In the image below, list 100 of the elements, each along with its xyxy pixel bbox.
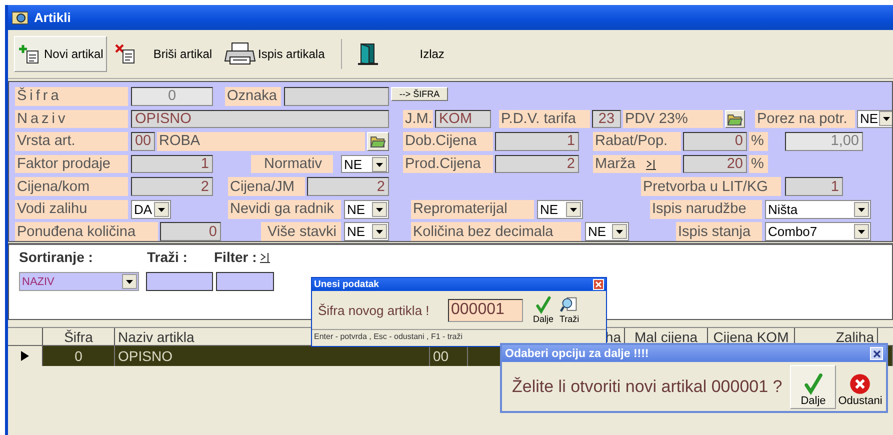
dropdown[interactable]: NE	[344, 222, 389, 241]
delete-document-icon	[115, 44, 138, 64]
toolbar-button[interactable]: Briši artikal	[111, 36, 216, 72]
dropdown[interactable]: NE	[857, 110, 892, 128]
printer-icon	[224, 42, 256, 66]
prompt-text: Šifra novog artikla !	[318, 302, 430, 318]
browse-button[interactable]	[367, 132, 389, 151]
sort-dropdown[interactable]: NAZIV	[19, 272, 139, 291]
search-field[interactable]	[146, 272, 213, 291]
dropdown[interactable]: NE	[537, 200, 583, 218]
toolbar-button[interactable]: Izlaz	[354, 36, 448, 72]
browse-button[interactable]	[725, 110, 745, 128]
field-label: Dob.Cijena	[403, 132, 493, 151]
dropdown-arrow-icon	[614, 227, 625, 236]
confirm-message: Želite li otvoriti novi artikal 000001 ?	[512, 376, 782, 396]
field-label: Naziv	[15, 110, 128, 128]
dropdown[interactable]: Combo7	[765, 222, 871, 241]
dialog-button[interactable]: Dalje	[790, 364, 836, 408]
jump-to-end-icon[interactable]	[645, 158, 658, 170]
close-button[interactable]	[593, 279, 604, 290]
text-field[interactable]: 2	[131, 177, 213, 196]
field-label: Oznaka	[225, 87, 281, 106]
dropdown-arrow-icon	[881, 114, 892, 124]
text-field[interactable]: 0	[683, 132, 747, 151]
door-icon	[358, 43, 378, 65]
text-field[interactable]: KOM	[435, 110, 491, 128]
field-label: Pretvorba u LIT/KG	[641, 177, 781, 196]
field-label: Cijena/JM	[228, 177, 305, 196]
toolbar-button[interactable]: Ispis artikala	[220, 36, 329, 72]
dropdown[interactable]: NE	[341, 154, 389, 174]
field-label: %	[749, 132, 768, 151]
code-input[interactable]: 000001	[448, 298, 523, 322]
field-label: Faktor prodaje	[15, 154, 128, 174]
field-label: Ponuđena količina	[15, 222, 158, 241]
text-field[interactable]: 2	[307, 177, 389, 196]
field-label: Ispis stanja	[676, 222, 762, 241]
table-cell: 00	[430, 346, 468, 366]
field-label: Nevidi ga radnik	[228, 200, 341, 218]
filter-field[interactable]	[216, 272, 274, 291]
text-field[interactable]: 20	[683, 154, 747, 174]
field-label: Marža	[595, 156, 636, 172]
close-button[interactable]	[870, 347, 883, 360]
field-label: Normativ	[251, 154, 333, 174]
checkmark-icon	[534, 296, 552, 314]
dialog-title: Odaberi opciju za dalje !!!!	[505, 348, 649, 360]
dropdown[interactable]: NE	[585, 222, 629, 241]
cancel-icon	[849, 372, 872, 394]
window-app-icon	[12, 10, 28, 24]
row-pointer-icon	[21, 351, 29, 361]
field-label: Količina bez decimala	[411, 222, 581, 241]
search-label: Traži :	[147, 249, 188, 265]
window-title: Artikli	[34, 10, 71, 25]
close-icon	[872, 350, 880, 358]
dropdown-arrow-icon	[124, 277, 135, 286]
field-label: %	[749, 154, 768, 174]
text-field[interactable]	[284, 87, 389, 106]
field-label: Repromaterijal	[411, 200, 534, 218]
jump-to-end-icon[interactable]	[258, 251, 271, 263]
dialog-button[interactable]: Dalje	[531, 294, 556, 326]
field-label: Cijena/kom	[15, 177, 128, 196]
field-label: Prod.Cijena	[403, 154, 493, 174]
code-button[interactable]: --> ŠIFRA	[391, 87, 448, 101]
text-field[interactable]: 1	[495, 132, 579, 151]
field-label: Šifra	[15, 87, 128, 106]
text-field[interactable]: 23	[592, 110, 621, 128]
folder-icon	[370, 134, 386, 148]
text-field[interactable]: 1	[131, 154, 213, 174]
field-label: Rabat/Pop.	[593, 132, 681, 151]
dialog-title: Unesi podatak	[314, 279, 379, 290]
text-field[interactable]: OPISNO	[131, 110, 389, 128]
dialog-button[interactable]: Traži	[558, 294, 582, 326]
text-field[interactable]: 1	[785, 177, 843, 196]
field-label: P.D.V. tarifa	[499, 110, 590, 128]
toolbar-button[interactable]: Novi artikal	[14, 36, 108, 72]
field-label: Ispis narudžbe	[650, 200, 762, 218]
dropdown-arrow-icon	[374, 227, 385, 236]
shortcut-hint: Enter - potvrda , Esc - odustani , F1 - traži	[312, 329, 606, 341]
table-cell: 0	[43, 346, 115, 366]
magnifier-icon	[560, 296, 578, 314]
text-field[interactable]: 2	[495, 154, 579, 174]
text-field[interactable]: 00	[131, 132, 155, 151]
field-label: Vrsta art.	[15, 132, 128, 151]
dropdown[interactable]: Ništa	[765, 200, 871, 218]
field-label: J.M.	[403, 110, 433, 128]
close-icon	[595, 281, 602, 288]
field-label: ROBA	[157, 132, 365, 151]
folder-icon	[727, 112, 743, 126]
field-label: PDV 23%	[623, 110, 723, 128]
field-label: Porez na potr.	[755, 110, 855, 128]
field-label: Vodi zalihu	[15, 200, 128, 218]
column-header[interactable]: Šifra	[43, 328, 115, 345]
dropdown-arrow-icon	[856, 227, 867, 236]
table-cell: OPISNO	[115, 346, 430, 366]
sort-label: Sortiranje :	[19, 249, 93, 265]
dropdown[interactable]: NE	[344, 200, 389, 218]
filter-label: Filter :	[214, 249, 257, 265]
dropdown[interactable]: DA	[131, 200, 171, 218]
dialog-button[interactable]: Odustani	[837, 364, 884, 408]
text-field[interactable]: 0	[160, 222, 221, 241]
field-label: Više stavki	[261, 222, 341, 241]
